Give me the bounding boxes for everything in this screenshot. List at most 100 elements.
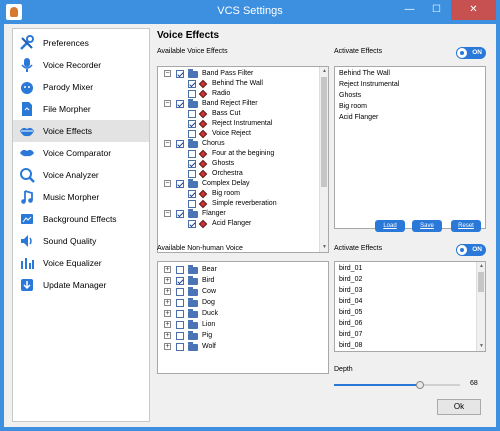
sidebar-item-preferences[interactable]: Preferences [13, 32, 149, 54]
sidebar-item-parody-mixer[interactable]: Parody Mixer [13, 76, 149, 98]
list-item[interactable]: Reject Instrumental [339, 81, 399, 88]
sidebar-item-file-morpher[interactable]: File Morpher [13, 98, 149, 120]
scroll-thumb[interactable] [321, 77, 327, 187]
effects-toggle[interactable]: ON [456, 47, 486, 59]
list-item[interactable]: bird_06 [339, 320, 362, 327]
list-item[interactable]: bird_08 [339, 342, 362, 349]
sidebar-item-voice-effects[interactable]: Voice Effects [13, 120, 149, 142]
item-checkbox[interactable] [188, 160, 196, 168]
minimize-button[interactable]: — [396, 0, 423, 20]
item-checkbox[interactable] [188, 190, 196, 198]
item-checkbox[interactable] [176, 310, 184, 318]
tree-item[interactable]: Radio [158, 89, 318, 99]
item-checkbox[interactable] [176, 288, 184, 296]
expand-toggle[interactable]: + [164, 299, 171, 306]
item-checkbox[interactable] [188, 90, 196, 98]
list-item[interactable]: bird_03 [339, 287, 362, 294]
save-button[interactable]: Save [412, 220, 442, 232]
tree-item[interactable]: + Cow [158, 287, 318, 297]
item-checkbox[interactable] [176, 343, 184, 351]
tree-item[interactable]: Ghosts [158, 159, 318, 169]
collapse-toggle[interactable]: − [164, 100, 171, 107]
tree-group-flanger[interactable]: − Flanger [158, 209, 318, 219]
group-checkbox[interactable] [176, 70, 184, 78]
collapse-toggle[interactable]: − [164, 140, 171, 147]
list-scrollbar[interactable]: ▲ ▼ [476, 262, 485, 351]
item-checkbox[interactable] [176, 299, 184, 307]
sidebar-item-background-effects[interactable]: Background Effects [13, 208, 149, 230]
tree-item[interactable]: Reject Instrumental [158, 119, 318, 129]
expand-toggle[interactable]: + [164, 332, 171, 339]
reset-button[interactable]: Reset [451, 220, 481, 232]
tree-item[interactable]: Behind The Wall [158, 79, 318, 89]
load-button[interactable]: Load [375, 220, 405, 232]
item-checkbox[interactable] [176, 277, 184, 285]
scroll-thumb[interactable] [478, 272, 484, 292]
collapse-toggle[interactable]: − [164, 180, 171, 187]
tree-item[interactable]: + Duck [158, 309, 318, 319]
sidebar-item-voice-analyzer[interactable]: Voice Analyzer [13, 164, 149, 186]
tree-item[interactable]: + Bear [158, 265, 318, 275]
tree-item[interactable]: + Lion [158, 320, 318, 330]
item-checkbox[interactable] [188, 220, 196, 228]
item-checkbox[interactable] [176, 321, 184, 329]
scroll-up-icon[interactable]: ▲ [477, 262, 485, 271]
list-item[interactable]: bird_07 [339, 331, 362, 338]
scroll-down-icon[interactable]: ▼ [477, 342, 485, 351]
item-checkbox[interactable] [188, 200, 196, 208]
expand-toggle[interactable]: + [164, 288, 171, 295]
list-item[interactable]: bird_05 [339, 309, 362, 316]
group-checkbox[interactable] [176, 180, 184, 188]
expand-toggle[interactable]: + [164, 277, 171, 284]
item-checkbox[interactable] [188, 130, 196, 138]
tree-item[interactable]: + Wolf [158, 342, 318, 352]
group-checkbox[interactable] [176, 100, 184, 108]
depth-slider-thumb[interactable] [415, 381, 424, 389]
tree-item[interactable]: Big room [158, 189, 318, 199]
tree-item[interactable]: + Pig [158, 331, 318, 341]
tree-item[interactable]: Bass Cut [158, 109, 318, 119]
sidebar-item-voice-comparator[interactable]: Voice Comparator [13, 142, 149, 164]
item-checkbox[interactable] [188, 120, 196, 128]
list-item[interactable]: bird_02 [339, 276, 362, 283]
sidebar-item-voice-equalizer[interactable]: Voice Equalizer [13, 252, 149, 274]
nonhuman-toggle[interactable]: ON [456, 244, 486, 256]
expand-toggle[interactable]: + [164, 343, 171, 350]
list-item[interactable]: bird_04 [339, 298, 362, 305]
expand-toggle[interactable]: + [164, 266, 171, 273]
tree-item[interactable]: Four at the begining [158, 149, 318, 159]
tree-item[interactable]: Orchestra [158, 169, 318, 179]
close-button[interactable]: ✕ [451, 0, 496, 20]
sidebar-item-voice-recorder[interactable]: Voice Recorder [13, 54, 149, 76]
tree-item[interactable]: + Bird [158, 276, 318, 286]
tree-group-chorus[interactable]: − Chorus [158, 139, 318, 149]
title-bar[interactable]: VCS Settings — ☐ ✕ [0, 0, 500, 24]
tree-group-band-pass[interactable]: − Band Pass Filter [158, 69, 318, 79]
tree-item[interactable]: Acid Flanger [158, 219, 318, 229]
list-item[interactable]: Ghosts [339, 92, 361, 99]
sidebar-item-music-morpher[interactable]: Music Morpher [13, 186, 149, 208]
scroll-up-icon[interactable]: ▲ [320, 67, 328, 76]
list-item[interactable]: Big room [339, 103, 367, 110]
group-checkbox[interactable] [176, 140, 184, 148]
list-item[interactable]: Acid Flanger [339, 114, 378, 121]
expand-toggle[interactable]: + [164, 310, 171, 317]
tree-item[interactable]: Simple reverberation [158, 199, 318, 209]
collapse-toggle[interactable]: − [164, 210, 171, 217]
sidebar-item-update-manager[interactable]: Update Manager [13, 274, 149, 296]
tree-group-complex-delay[interactable]: − Complex Delay [158, 179, 318, 189]
item-checkbox[interactable] [176, 332, 184, 340]
collapse-toggle[interactable]: − [164, 70, 171, 77]
list-item[interactable]: Behind The Wall [339, 70, 390, 77]
scroll-down-icon[interactable]: ▼ [320, 243, 328, 252]
maximize-button[interactable]: ☐ [423, 0, 450, 20]
item-checkbox[interactable] [188, 170, 196, 178]
item-checkbox[interactable] [188, 80, 196, 88]
group-checkbox[interactable] [176, 210, 184, 218]
tree-scrollbar[interactable]: ▲ ▼ [319, 67, 328, 252]
tree-item[interactable]: + Dog [158, 298, 318, 308]
expand-toggle[interactable]: + [164, 321, 171, 328]
tree-group-band-reject[interactable]: − Band Reject Filter [158, 99, 318, 109]
tree-item[interactable]: Voice Reject [158, 129, 318, 139]
item-checkbox[interactable] [188, 110, 196, 118]
